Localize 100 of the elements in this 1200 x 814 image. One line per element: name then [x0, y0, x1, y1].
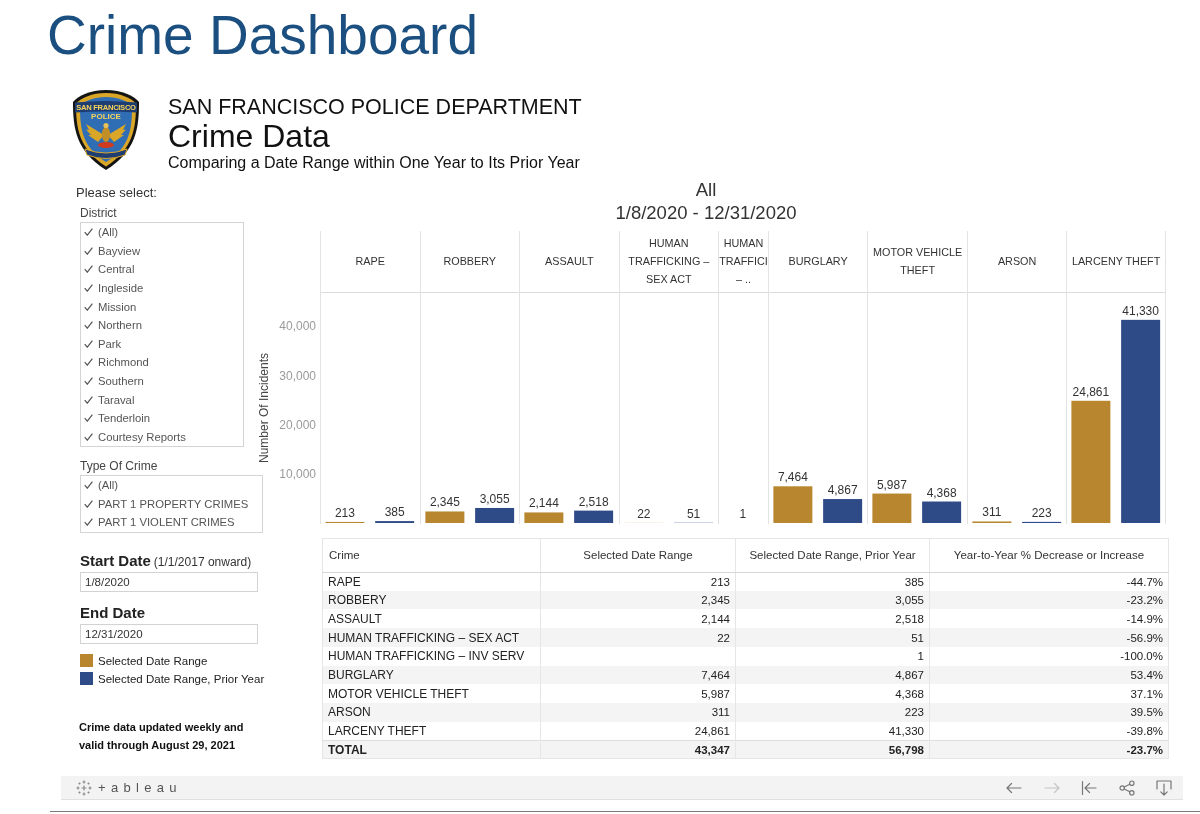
share-icon [1118, 779, 1135, 796]
report-title: Crime Data [168, 118, 330, 153]
checklist-option[interactable]: Courtesy Reports [81, 427, 243, 447]
brand-wordmark: +ableau [98, 780, 182, 796]
table-cell: 53.4% [929, 665, 1169, 685]
table-cell: TOTAL [322, 740, 541, 759]
filter-prompt: Please select: [76, 184, 157, 201]
axis-tick-label: 30,000 [279, 368, 316, 383]
chart-title: All [695, 177, 717, 201]
field-hint: (1/1/2017 onward) [153, 554, 252, 572]
checklist-option[interactable]: Park [81, 334, 243, 354]
legend-label: Selected Date Range, Prior Year [98, 672, 265, 685]
table-cell: 2,345 [540, 590, 736, 610]
download-icon [1156, 779, 1172, 796]
bar-value-label: 2,518 [578, 494, 609, 509]
bar [524, 512, 564, 523]
bar [574, 510, 614, 523]
axis-tick-label: 10,000 [279, 466, 316, 481]
table-cell: 213 [540, 572, 736, 591]
axis-tick-label: 40,000 [279, 318, 316, 333]
chart-date-range: 1/8/2020 - 12/31/2020 [615, 200, 797, 224]
category-label: ASSAULT [520, 230, 619, 293]
bar-value-label: 385 [384, 504, 405, 519]
field-label: Start Date [80, 552, 151, 571]
table-cell: 43,347 [540, 740, 736, 759]
bar [474, 507, 514, 523]
table-cell: BURGLARY [322, 665, 541, 685]
checklist-option[interactable]: (All) [81, 475, 262, 495]
table-cell: HUMAN TRAFFICKING – SEX ACT [322, 628, 541, 647]
table-cell: 39.5% [929, 702, 1169, 722]
bar [822, 498, 862, 523]
table-cell: HUMAN TRAFFICKING – INV SERV [322, 646, 541, 666]
bar-value-label: 5,987 [877, 477, 908, 492]
filter-label: Type Of Crime [80, 458, 158, 473]
checklist-option[interactable]: Tenderloin [81, 408, 243, 428]
bar-value-label: 213 [334, 505, 355, 520]
axis-tick-label: 20,000 [279, 417, 316, 432]
table-cell: -23.2% [929, 590, 1169, 610]
checklist-option[interactable]: Mission [81, 297, 243, 316]
bar-value-label: 2,345 [429, 495, 460, 510]
checklist-option[interactable]: Ingleside [81, 278, 243, 298]
bar-value-label: 4,867 [827, 482, 858, 497]
logo-icon [76, 779, 92, 796]
checklist-option[interactable]: Southern [81, 371, 243, 391]
filter-label: District [80, 205, 117, 220]
table-cell: -44.7% [929, 572, 1169, 591]
table-cell: 37.1% [929, 684, 1169, 703]
update-note: Crime data updated weekly and valid through August 29, 2021 [79, 720, 245, 753]
table-cell: 1 [735, 646, 930, 666]
category-label: BURGLARY [768, 230, 868, 293]
checklist-option[interactable]: Taraval [81, 390, 243, 409]
bar [375, 520, 415, 523]
table-cell: 51 [735, 628, 930, 647]
column-header: Selected Date Range [540, 538, 736, 573]
column-header: Year-to-Year % Decrease or Increase [929, 538, 1169, 573]
checklist-option[interactable]: (All) [81, 223, 243, 242]
table-cell: -100.0% [929, 646, 1169, 666]
dashboard-title: Crime Dashboard [47, 3, 478, 66]
column-header: Crime [322, 538, 541, 573]
table-cell: 385 [735, 572, 930, 591]
bar-value-label: 2,144 [528, 496, 559, 511]
field-label: End Date [80, 603, 145, 622]
category-label: MOTOR VEHICLE THEFT [868, 230, 967, 293]
table-cell: 5,987 [540, 684, 736, 703]
table-cell: 311 [540, 702, 736, 722]
checklist-option[interactable]: PART 1 PROPERTY CRIMES [81, 494, 262, 514]
axis-title: Number Of Incidents [257, 352, 271, 463]
bar [872, 493, 912, 523]
bar [424, 511, 464, 523]
checklist-option[interactable]: Northern [81, 315, 243, 335]
bar-value-label: 311 [982, 505, 1002, 520]
table-cell: 4,368 [735, 684, 930, 703]
table-cell: -23.7% [929, 740, 1169, 759]
table-cell: 22 [540, 628, 736, 647]
table-cell: RAPE [322, 572, 541, 591]
agency-name: SAN FRANCISCO POLICE DEPARTMENT [168, 94, 582, 119]
table-cell: 4,867 [735, 665, 930, 685]
checklist-option[interactable]: Richmond [81, 353, 243, 372]
bar-value-label: 1 [739, 506, 747, 521]
category-label: LARCENY THEFT [1067, 230, 1165, 293]
checklist-option[interactable]: PART 1 VIOLENT CRIMES [81, 513, 262, 532]
legend-label: Selected Date Range [98, 654, 208, 667]
date-field[interactable]: 12/31/2020 [80, 623, 258, 644]
checklist-option[interactable]: Bayview [81, 241, 243, 261]
category-label: HUMAN TRAFFICKING – SEX ACT [619, 230, 719, 293]
category-label: RAPE [321, 230, 420, 293]
category-label: HUMAN TRAFFICI – .. [719, 230, 768, 293]
table-cell: 56,798 [735, 740, 930, 759]
bar-value-label: 7,464 [777, 469, 808, 484]
bar-value-label: 22 [636, 506, 651, 521]
table-cell: ROBBERY [322, 590, 541, 610]
bar-value-label: 41,330 [1122, 303, 1160, 318]
category-label: ARSON [967, 230, 1067, 293]
column-header: Selected Date Range, Prior Year [735, 538, 930, 573]
table-cell: 223 [735, 702, 930, 722]
date-field[interactable]: 1/8/2020 [80, 572, 258, 593]
police-badge-icon [73, 90, 139, 170]
category-label: ROBBERY [420, 230, 520, 293]
checklist-option[interactable]: Central [81, 260, 243, 279]
table-cell: MOTOR VEHICLE THEFT [322, 684, 541, 703]
